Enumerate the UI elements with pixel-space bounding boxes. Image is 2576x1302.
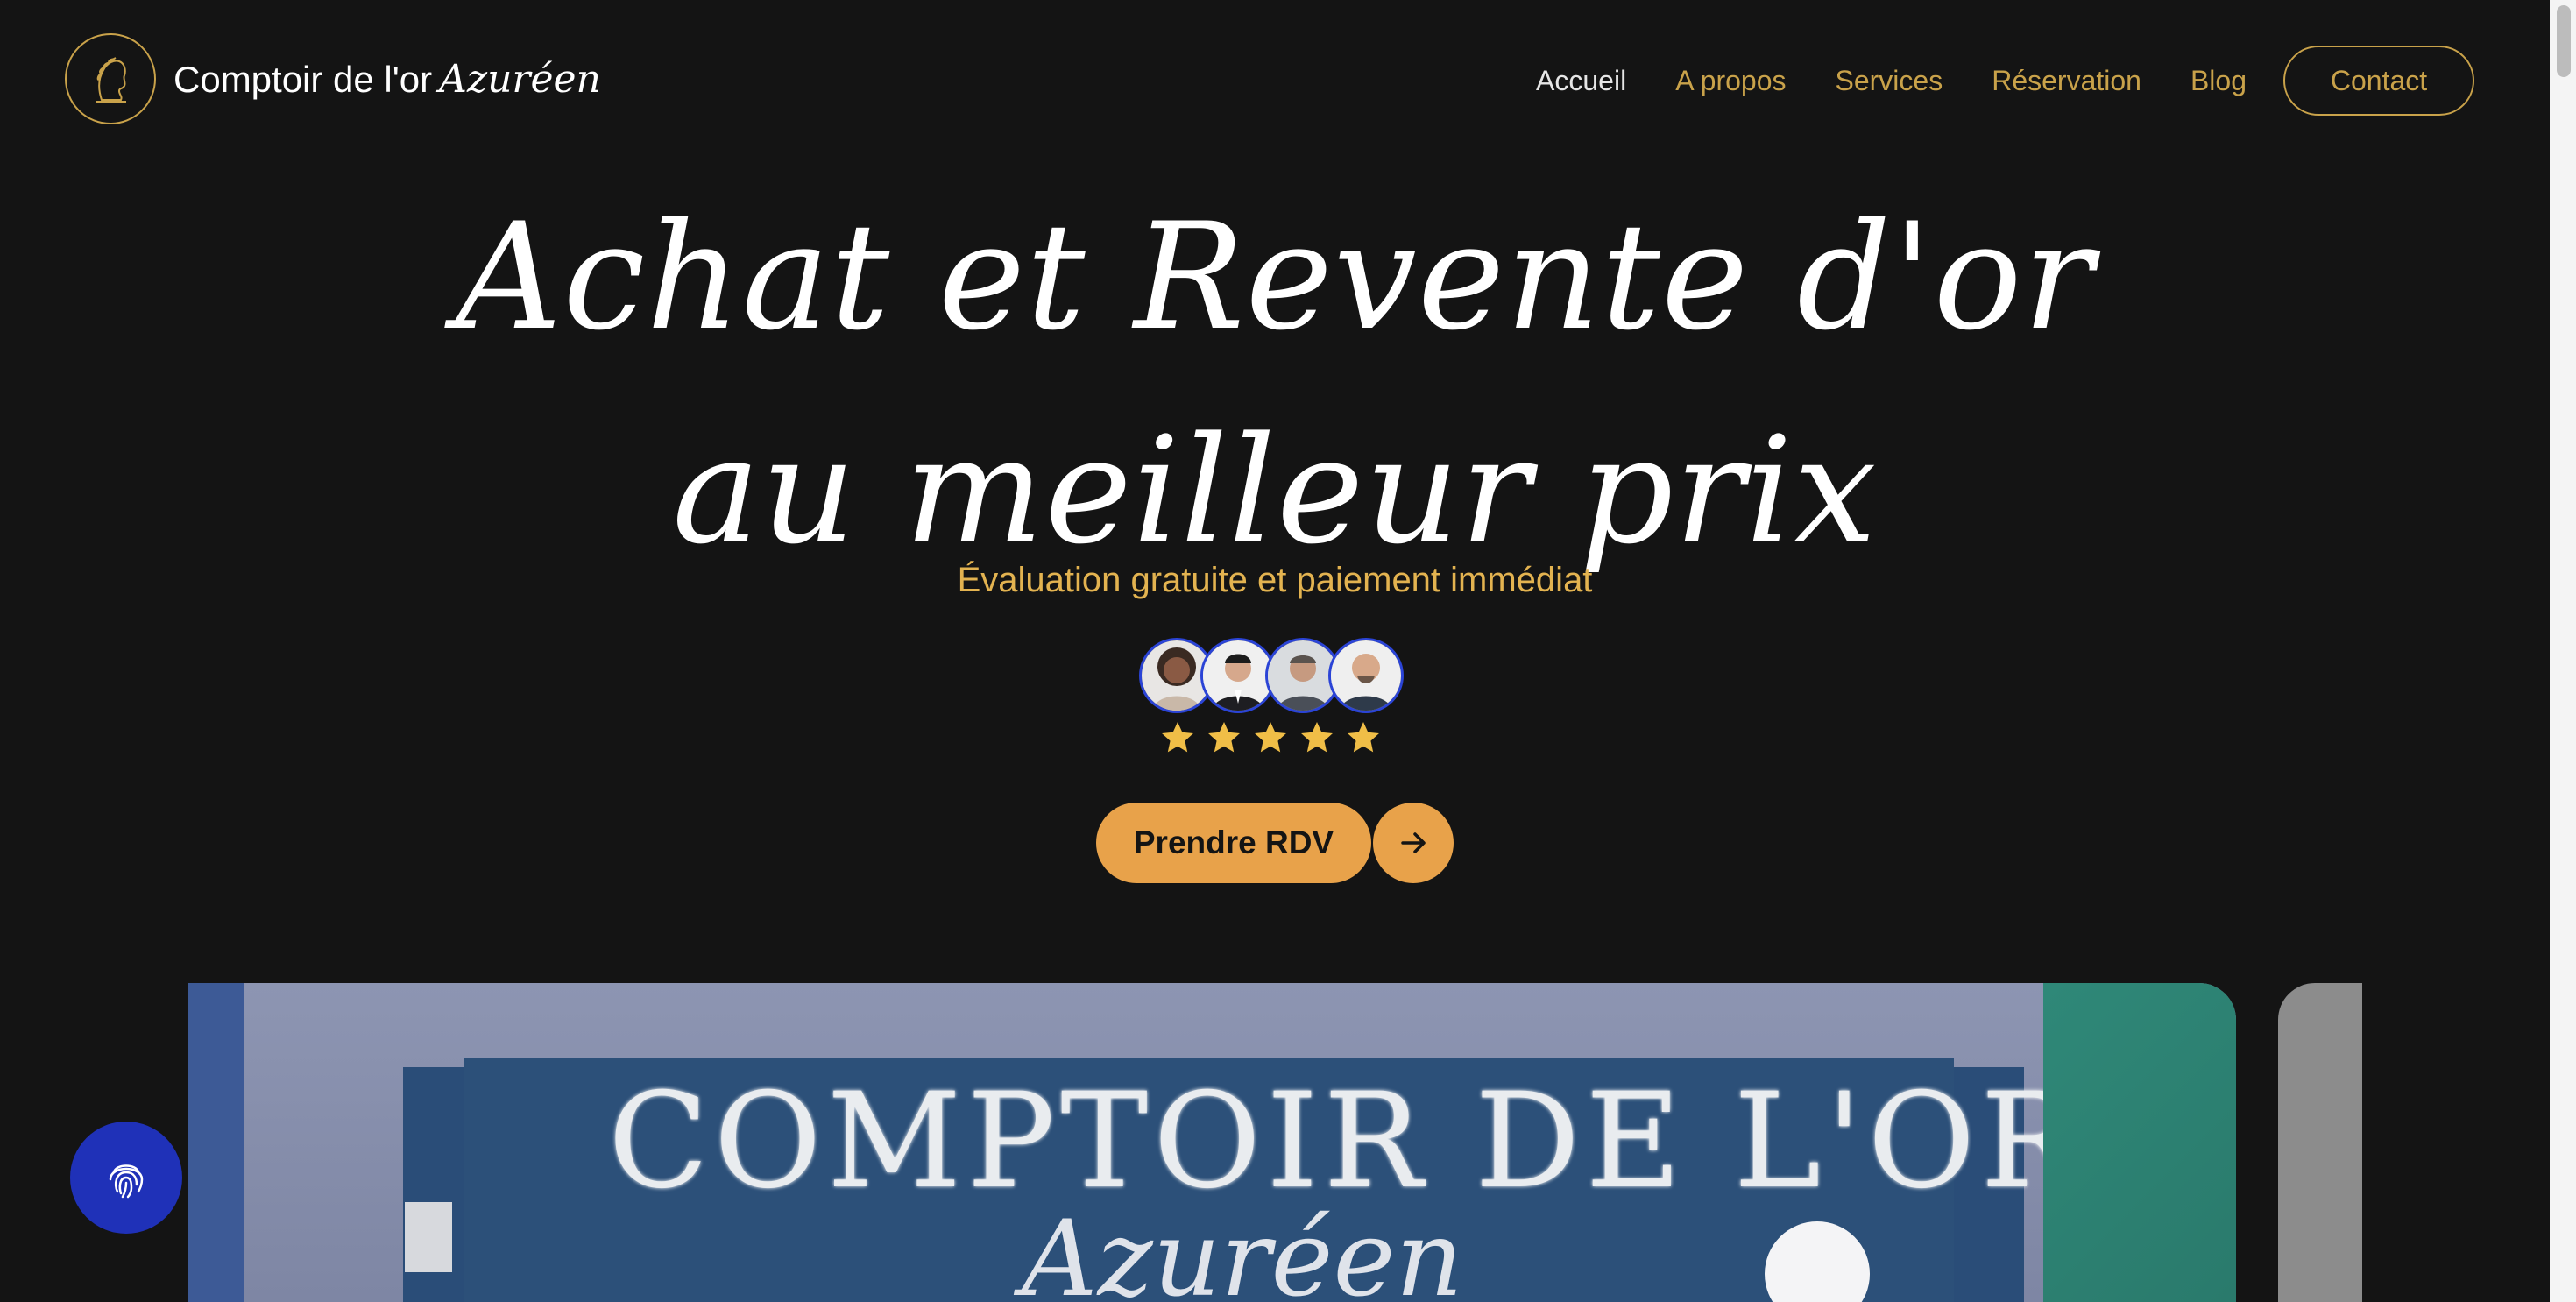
- page: Comptoir de l'or Azuréen Accueil A propos…: [0, 0, 2576, 1302]
- next-slide-card[interactable]: [2278, 983, 2362, 1302]
- contact-button[interactable]: Contact: [2283, 46, 2474, 116]
- star-icon: [1255, 722, 1286, 753]
- storefront-post: [188, 983, 244, 1302]
- storefront-awning: [2043, 983, 2236, 1302]
- storefront-alarm-box: [405, 1202, 452, 1272]
- storefront-sign-script: Azuréen: [1022, 1199, 1463, 1302]
- brand-logo[interactable]: Comptoir de l'or Azuréen: [65, 33, 601, 124]
- fingerprint-icon[interactable]: [70, 1122, 182, 1234]
- laurel-profile-icon: [65, 33, 156, 124]
- avatar: [1328, 638, 1404, 713]
- brand-name: Comptoir de l'or Azuréen: [173, 57, 601, 102]
- storefront-image: COMPTOIR DE L'OR Azuréen: [188, 983, 2236, 1302]
- book-appointment-button[interactable]: Prendre RDV: [1096, 803, 1371, 883]
- storefront-sign-text: COMPTOIR DE L'OR: [608, 1065, 2085, 1218]
- page-scrollbar[interactable]: [2550, 0, 2576, 1302]
- arrow-right-icon[interactable]: [1373, 803, 1454, 883]
- brand-name-script: Azuréen: [439, 56, 601, 102]
- brand-name-main: Comptoir de l'or: [173, 58, 433, 100]
- hero-subtitle: Évaluation gratuite et paiement immédiat: [957, 561, 1593, 599]
- nav-item-services[interactable]: Services: [1836, 65, 1943, 97]
- hero-title-line-2: au meilleur prix: [672, 405, 1878, 577]
- rating-stars: [1158, 718, 1391, 757]
- nav-item-reservation[interactable]: Réservation: [1992, 65, 2141, 97]
- customer-avatars: [1139, 638, 1411, 717]
- star-icon: [1348, 722, 1379, 753]
- star-icon: [1301, 722, 1333, 753]
- nav-item-accueil[interactable]: Accueil: [1536, 65, 1626, 97]
- main-nav: Accueil A propos Services Réservation Bl…: [1536, 46, 2474, 116]
- nav-item-a-propos[interactable]: A propos: [1675, 65, 1786, 97]
- nav-item-blog[interactable]: Blog: [2190, 65, 2247, 97]
- star-icon: [1208, 722, 1240, 753]
- star-icon: [1162, 722, 1193, 753]
- hero-title-line-1: Achat et Revente d'or: [456, 191, 2094, 363]
- scrollbar-thumb[interactable]: [2557, 5, 2571, 77]
